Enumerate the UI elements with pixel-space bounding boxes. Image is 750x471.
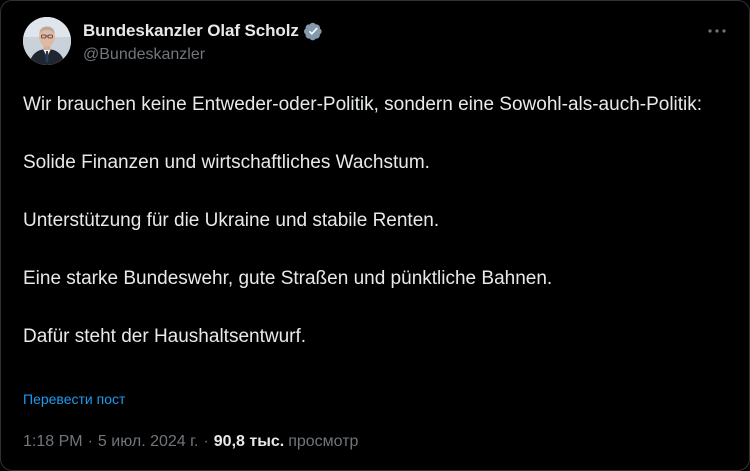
tweet-text: Wir brauchen keine Entweder-oder-Politik… bbox=[23, 90, 703, 351]
tweet-date[interactable]: 5 июл. 2024 г. bbox=[98, 433, 199, 451]
tweet-paragraph: Eine starke Bundeswehr, gute Straßen und… bbox=[23, 268, 553, 289]
views-label: просмотр bbox=[288, 433, 359, 450]
author-name-row: Bundeskanzler Olaf Scholz bbox=[83, 20, 323, 42]
tweet-time[interactable]: 1:18 PM bbox=[23, 433, 83, 451]
tweet-meta: 1:18 PM · 5 июл. 2024 г. · 90,8 тыс. про… bbox=[23, 433, 358, 451]
verified-badge-icon[interactable] bbox=[303, 22, 323, 41]
tweet-paragraph: Dafür steht der Haushaltsentwurf. bbox=[23, 326, 307, 347]
more-options-icon[interactable] bbox=[705, 19, 729, 43]
avatar[interactable] bbox=[23, 17, 71, 65]
author-handle[interactable]: @Bundeskanzler bbox=[83, 46, 205, 64]
meta-separator: · bbox=[203, 433, 209, 450]
tweet-paragraph: Solide Finanzen und wirtschaftliches Wac… bbox=[23, 152, 430, 173]
meta-separator: · bbox=[87, 433, 93, 450]
tweet-card: Bundeskanzler Olaf Scholz @Bundeskanzler… bbox=[0, 0, 750, 471]
views-count[interactable]: 90,8 тыс. bbox=[214, 433, 284, 451]
translate-post-link[interactable]: Перевести пост bbox=[23, 391, 125, 407]
author-name[interactable]: Bundeskanzler Olaf Scholz bbox=[83, 21, 299, 41]
tweet-paragraph: Wir brauchen keine Entweder-oder-Politik… bbox=[23, 94, 703, 115]
tweet-paragraph: Unterstützung für die Ukraine und stabil… bbox=[23, 210, 440, 231]
